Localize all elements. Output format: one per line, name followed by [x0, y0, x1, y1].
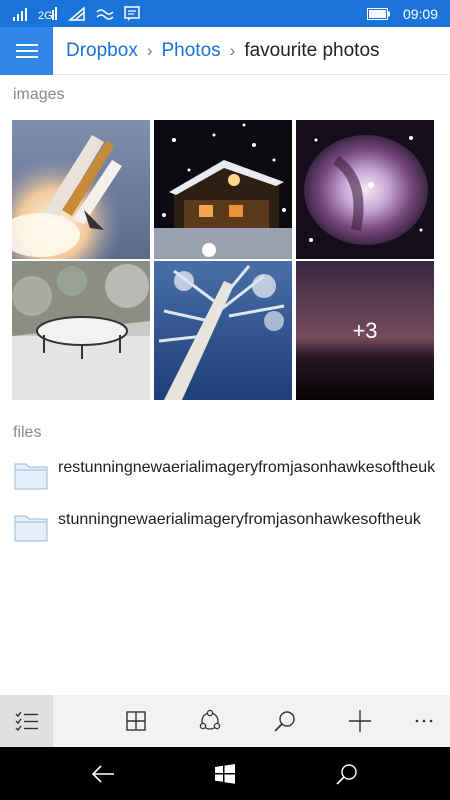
status-time: 09:09 [402, 5, 438, 22]
svg-text:2G: 2G [38, 10, 53, 22]
lte-signal-icon: 2G [38, 6, 57, 22]
hotspot-icon [96, 8, 114, 20]
status-bar: 2G 09:09 [0, 0, 450, 27]
chevron-right-icon: › [229, 40, 236, 60]
search-button[interactable] [265, 695, 305, 747]
screen: 2G 09:09 Dropbox › Photos › favourite ph… [0, 0, 450, 800]
breadcrumb-current: favourite photos [244, 39, 380, 61]
file-row[interactable]: stunningnewaerialimageryfromjasonhawkeso… [14, 508, 444, 542]
folder-icon [14, 463, 48, 490]
app-bar [0, 695, 450, 747]
search-icon [274, 711, 295, 732]
grid-view-button[interactable] [116, 695, 156, 747]
breadcrumb-dropbox[interactable]: Dropbox [66, 40, 138, 62]
hamburger-icon [15, 43, 38, 58]
header: Dropbox › Photos › favourite photos [0, 26, 450, 75]
image-tile-frosted-tree[interactable] [154, 261, 292, 400]
folder-icon [14, 515, 48, 542]
system-nav-bar [0, 747, 450, 800]
search-icon [336, 763, 357, 785]
file-row[interactable]: restunningnewaerialimageryfromjasonhawke… [14, 456, 444, 490]
image-tile-shuttle[interactable] [12, 120, 150, 259]
images-section-label: images [13, 86, 65, 103]
file-name: stunningnewaerialimageryfromjasonhawkeso… [58, 511, 421, 528]
grid-icon [126, 711, 146, 731]
add-button[interactable] [340, 695, 380, 747]
more-images-count: +3 [296, 261, 434, 400]
file-name: restunningnewaerialimageryfromjasonhawke… [58, 459, 436, 476]
plus-icon [349, 710, 371, 732]
image-tile-more[interactable]: +3 [296, 261, 434, 400]
breadcrumb-photos[interactable]: Photos [162, 40, 221, 62]
checklist-icon [15, 711, 38, 731]
more-options-button[interactable] [404, 695, 444, 747]
battery-icon [366, 7, 390, 20]
image-tile-snow-trampoline[interactable] [12, 261, 150, 400]
message-icon [124, 5, 140, 21]
image-tile-snowy-house[interactable] [154, 120, 292, 259]
share-button[interactable] [190, 695, 230, 747]
share-icon [199, 709, 221, 730]
select-button[interactable] [0, 695, 53, 747]
back-arrow-icon [91, 764, 114, 783]
search-nav-button[interactable] [322, 747, 372, 800]
back-button[interactable] [78, 747, 128, 800]
hamburger-menu-button[interactable] [0, 26, 53, 75]
ellipsis-icon [415, 719, 433, 723]
wifi-icon [68, 5, 85, 21]
windows-logo-icon [215, 763, 235, 784]
chevron-right-icon: › [146, 40, 153, 60]
image-grid: +3 [12, 120, 434, 400]
breadcrumb: Dropbox › Photos › favourite photos [53, 40, 380, 62]
files-section-label: files [13, 424, 42, 441]
image-tile-nebula[interactable] [296, 120, 434, 259]
start-button[interactable] [200, 747, 250, 800]
signal-icon [13, 7, 27, 21]
